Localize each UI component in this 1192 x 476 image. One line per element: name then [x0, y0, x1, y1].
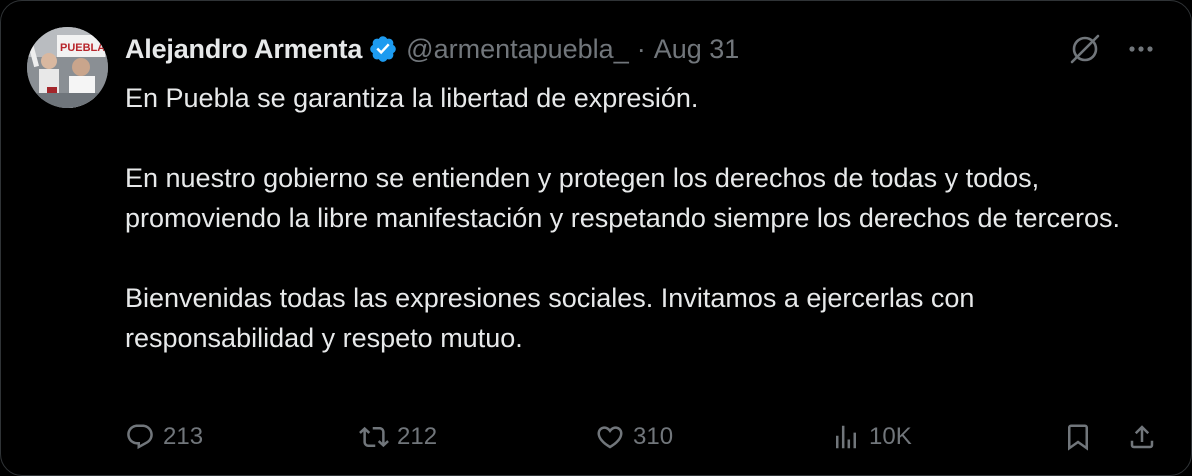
tweet-date[interactable]: Aug 31 — [654, 34, 740, 65]
author-name[interactable]: Alejandro Armenta — [125, 34, 362, 65]
repost-count: 212 — [397, 423, 438, 450]
tweet-card[interactable]: PUEBLA Alejandro Armenta @armentapuebla_… — [0, 0, 1192, 476]
bookmark-button[interactable] — [1063, 417, 1093, 457]
share-icon — [1130, 425, 1154, 449]
separator-dot: · — [636, 33, 646, 64]
reply-icon — [127, 424, 153, 450]
tweet-paragraph: Bienvenidas todas las expresiones social… — [125, 283, 975, 353]
reply-button[interactable]: 213 — [125, 417, 203, 457]
more-dots-icon[interactable] — [1123, 31, 1159, 67]
views-button[interactable]: 10K — [831, 417, 912, 457]
verified-badge-icon[interactable] — [368, 34, 398, 64]
like-count: 310 — [633, 423, 674, 450]
tweet-paragraph: En Puebla se garantiza la libertad de ex… — [125, 83, 699, 113]
reply-count: 213 — [163, 423, 204, 450]
tweet-text: En Puebla se garantiza la libertad de ex… — [125, 78, 1135, 358]
heart-icon — [597, 426, 623, 449]
like-button[interactable]: 310 — [595, 417, 673, 457]
views-count: 10K — [869, 423, 912, 450]
action-bar: 213 212 310 10K — [125, 417, 1165, 457]
avatar-image: PUEBLA — [27, 27, 108, 108]
tweet-paragraph: En nuestro gobierno se entienden y prote… — [125, 163, 1121, 233]
repost-icon — [359, 426, 389, 448]
tweet-header: Alejandro Armenta @armentapuebla_ · Aug … — [125, 31, 739, 67]
bookmark-icon — [1068, 424, 1088, 451]
share-button[interactable] — [1127, 417, 1157, 457]
grok-icon[interactable] — [1067, 31, 1103, 67]
author-handle[interactable]: @armentapuebla_ — [406, 34, 629, 65]
views-icon — [836, 425, 856, 449]
avatar[interactable]: PUEBLA — [27, 27, 108, 108]
avatar-banner-text: PUEBLA — [60, 42, 105, 54]
repost-button[interactable]: 212 — [359, 417, 437, 457]
